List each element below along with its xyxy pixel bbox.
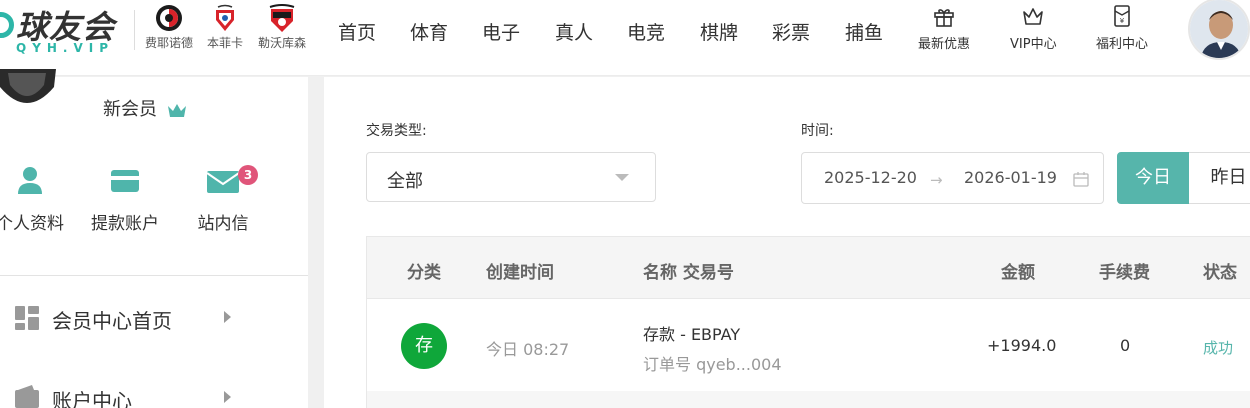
nav-chess[interactable]: 棋牌 <box>700 18 738 45</box>
transaction-records-panel: 交易类型: 全部 时间: 2025-12-20 → 2026-01-19 今日 … <box>324 77 1250 408</box>
nav-fishing[interactable]: 捕鱼 <box>845 18 883 45</box>
vip-crown-icon <box>167 104 186 117</box>
user-avatar[interactable] <box>1188 0 1250 60</box>
member-level-label: 新会员 <box>103 99 157 120</box>
crown-icon <box>1023 8 1044 25</box>
menu-member-home-label: 会员中心首页 <box>52 309 172 333</box>
user-icon <box>18 167 42 194</box>
quick-withdraw-label: 提款账户 <box>91 214 159 234</box>
member-level: 新会员 <box>103 95 187 121</box>
menu-account-center[interactable]: 账户中心 <box>0 377 308 408</box>
brand-logo[interactable]: 球友会 QYH.VIP <box>0 0 130 60</box>
row-amount: +1994.0 <box>987 336 1057 355</box>
end-date[interactable]: 2026-01-19 <box>964 168 1057 187</box>
deposit-type-badge: 存 <box>401 323 447 369</box>
svg-text:¥: ¥ <box>1120 17 1125 25</box>
sidebar: 新会员 个人资料 提款账户 3 站内信 会员中心首页 账户中心 <box>0 69 308 408</box>
benfica-badge-icon <box>216 4 234 31</box>
row-created-time: 今日 08:27 <box>486 340 570 359</box>
chevron-right-icon <box>224 311 231 323</box>
wallet-icon <box>15 385 39 408</box>
range-arrow-icon: → <box>930 171 943 189</box>
col-fee: 手续费 <box>1099 263 1150 283</box>
calendar-icon <box>1073 172 1089 187</box>
welfare-link[interactable]: ¥ 福利中心 <box>1096 4 1148 52</box>
vip-label: VIP中心 <box>1010 37 1057 52</box>
col-created-time: 创建时间 <box>486 263 554 283</box>
col-status: 状态 <box>1203 263 1237 283</box>
unread-badge: 3 <box>238 165 258 185</box>
nav-esports[interactable]: 电竞 <box>627 18 665 45</box>
quick-profile-label: 个人资料 <box>0 214 64 234</box>
table-row[interactable]: 存 今日 08:27 存款 - EBPAY 订单号 qyeb...004 +19… <box>367 299 1250 391</box>
start-date[interactable]: 2025-12-20 <box>824 168 917 187</box>
col-amount: 金额 <box>1001 263 1035 283</box>
quick-profile[interactable]: 个人资料 <box>0 165 75 234</box>
date-range-picker[interactable]: 2025-12-20 → 2026-01-19 <box>801 152 1104 204</box>
row-order-number: 订单号 qyeb...004 <box>643 355 782 374</box>
type-filter-label: 交易类型: <box>366 123 427 139</box>
brand-sub: QYH.VIP <box>16 41 115 55</box>
leverkusen-badge-icon <box>269 4 295 32</box>
menu-account-center-label: 账户中心 <box>52 389 132 408</box>
avatar-portrait-icon <box>1190 0 1248 58</box>
nav-live[interactable]: 真人 <box>555 18 593 45</box>
col-category: 分类 <box>407 263 441 283</box>
nav-slots[interactable]: 电子 <box>482 18 520 45</box>
table-row-next <box>367 391 1250 408</box>
welfare-label: 福利中心 <box>1096 37 1149 52</box>
logo-divider <box>134 10 135 50</box>
club-name: 本菲卡 <box>206 36 243 50</box>
row-name: 存款 - EBPAY <box>643 325 741 344</box>
row-fee: 0 <box>1120 336 1131 355</box>
top-header: 球友会 QYH.VIP 费耶诺德 本菲卡 勒沃库森 首页 体育 电子 真人 电竞… <box>0 0 1250 76</box>
today-button[interactable]: 今日 <box>1117 152 1189 204</box>
club-benfica[interactable]: 本菲卡 <box>198 4 252 51</box>
nav-sports[interactable]: 体育 <box>410 18 448 45</box>
promo-label: 最新优惠 <box>918 37 971 52</box>
transaction-type-select[interactable]: 全部 <box>366 152 656 202</box>
chevron-right-icon <box>224 391 231 403</box>
club-leverkusen[interactable]: 勒沃库森 <box>255 4 309 51</box>
time-filter-label: 时间: <box>801 123 834 139</box>
logo-ring-icon <box>0 12 14 38</box>
club-name: 费耶诺德 <box>144 36 193 50</box>
transaction-type-value: 全部 <box>387 171 423 192</box>
gift-icon <box>934 9 954 27</box>
sidebar-divider <box>0 275 308 276</box>
quick-messages-label: 站内信 <box>197 214 249 234</box>
promo-link[interactable]: 最新优惠 <box>918 4 970 52</box>
club-name: 勒沃库森 <box>257 36 306 50</box>
card-icon <box>111 170 139 192</box>
red-envelope-icon: ¥ <box>1114 5 1130 27</box>
chevron-down-icon <box>615 174 629 181</box>
quick-withdraw-account[interactable]: 提款账户 <box>80 165 170 234</box>
table-header: 分类 创建时间 名称 交易号 金额 手续费 状态 <box>367 237 1250 299</box>
member-avatar <box>0 69 56 103</box>
mail-icon <box>206 171 240 193</box>
nav-lottery[interactable]: 彩票 <box>772 18 810 45</box>
club-feyenoord[interactable]: 费耶诺德 <box>142 4 196 51</box>
menu-member-home[interactable]: 会员中心首页 <box>0 297 308 341</box>
transactions-table: 分类 创建时间 名称 交易号 金额 手续费 状态 存 今日 08:27 存款 -… <box>366 236 1250 408</box>
vip-link[interactable]: VIP中心 <box>1010 4 1057 52</box>
nav-home[interactable]: 首页 <box>338 18 376 45</box>
feyenoord-badge-icon <box>156 5 182 31</box>
col-name-txid: 名称 交易号 <box>643 263 734 283</box>
row-status: 成功 <box>1203 339 1234 357</box>
quick-messages[interactable]: 3 站内信 <box>178 165 268 234</box>
yesterday-button[interactable]: 昨日 <box>1189 152 1250 204</box>
dashboard-icon <box>15 306 39 330</box>
